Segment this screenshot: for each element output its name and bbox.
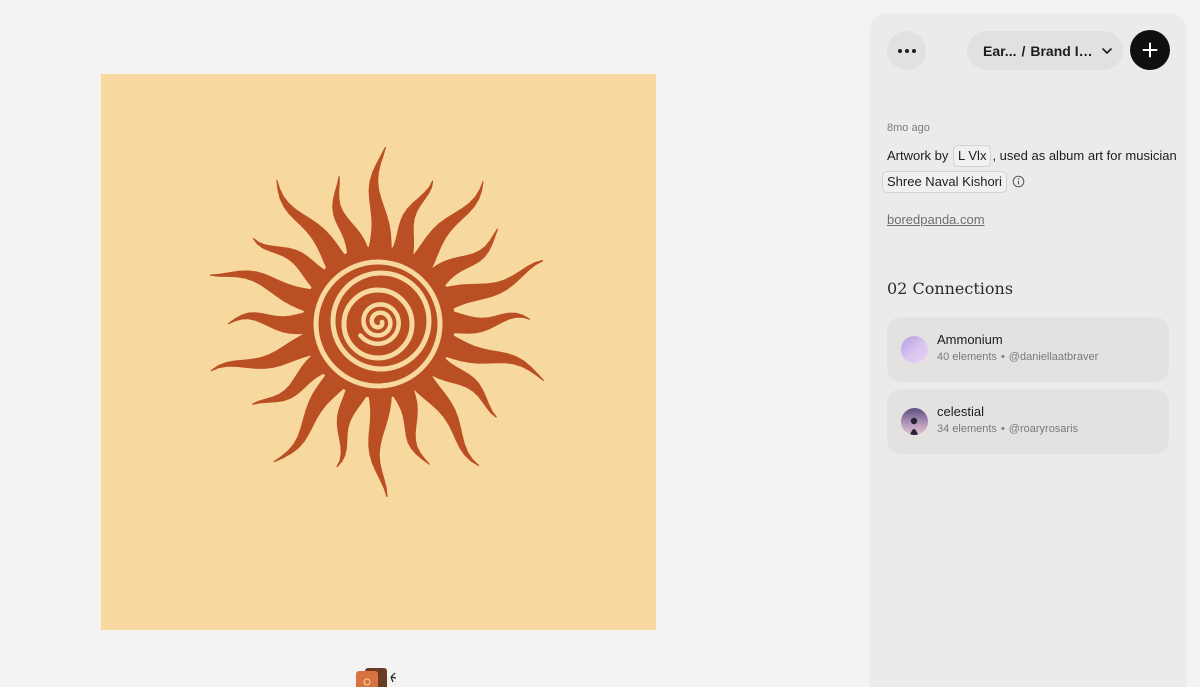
panel-topbar: Ear... / Brand Ic... <box>887 30 1170 70</box>
block-timestamp: 8mo ago <box>887 122 930 134</box>
connection-card-celestial[interactable]: celestial 34 elements • @roaryrosaris <box>887 389 1169 454</box>
connection-user[interactable]: @daniellaatbraver <box>1009 351 1098 363</box>
add-to-channel-button[interactable] <box>1130 30 1170 70</box>
connection-meta: 40 elements • @daniellaatbraver <box>937 351 1099 363</box>
more-options-button[interactable] <box>887 31 926 70</box>
breadcrumb-block: Brand Ic... <box>1030 42 1095 59</box>
related-blocks-thumbnail[interactable] <box>355 667 401 687</box>
connection-meta: 34 elements • @roaryrosaris <box>937 423 1079 435</box>
sun-disc <box>303 246 455 398</box>
connection-count: 40 elements <box>937 351 997 363</box>
block-image[interactable] <box>101 74 656 630</box>
connections-title: 02 Connections <box>887 279 1014 298</box>
connection-card-ammonium[interactable]: Ammonium 40 elements • @daniellaatbraver <box>887 317 1169 382</box>
description-middle: , used as album art for musician <box>992 148 1177 163</box>
breadcrumb-channel[interactable]: Ear... <box>983 43 1016 59</box>
connection-count: 34 elements <box>937 423 997 435</box>
channel-avatar <box>901 408 928 435</box>
sun-artwork <box>210 147 545 497</box>
channel-avatar <box>901 336 928 363</box>
connection-name: Ammonium <box>937 332 1003 347</box>
artist-chip[interactable]: L Vlx <box>953 145 992 167</box>
breadcrumb-separator: / <box>1021 42 1026 59</box>
chevron-down-icon[interactable] <box>1101 45 1113 57</box>
info-icon[interactable] <box>1012 171 1025 197</box>
musician-chip[interactable]: Shree Naval Kishori <box>882 171 1007 193</box>
connection-user[interactable]: @roaryrosaris <box>1009 423 1078 435</box>
connection-name: celestial <box>937 404 984 419</box>
more-horizontal-icon <box>897 48 902 53</box>
block-description: Artwork by L Vlx, used as album art for … <box>882 143 1179 197</box>
breadcrumb[interactable]: Ear... / Brand Ic... <box>967 31 1123 70</box>
plus-icon <box>1142 42 1158 58</box>
description-prefix: Artwork by <box>887 148 949 163</box>
block-details-panel: Ear... / Brand Ic... 8mo ago Artwork by … <box>870 13 1187 687</box>
source-link[interactable]: boredpanda.com <box>887 212 985 227</box>
